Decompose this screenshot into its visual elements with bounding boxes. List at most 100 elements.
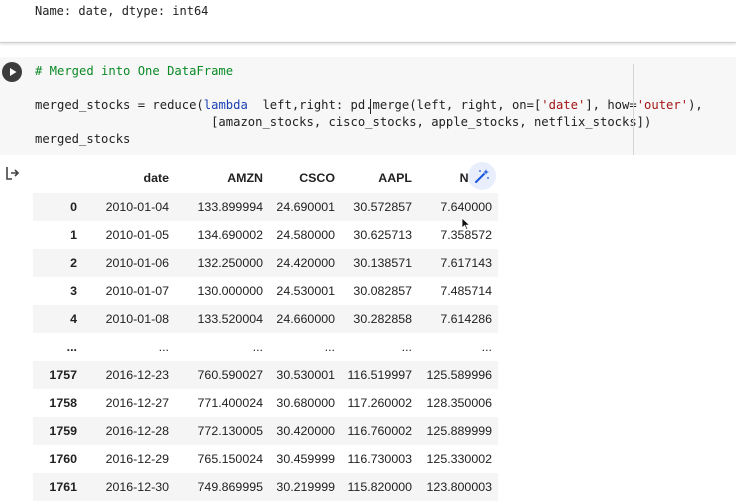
- previous-cell-output: Name: date, dtype: int64: [0, 0, 736, 43]
- table-cell: 760.590027: [197, 368, 263, 382]
- run-cell-button[interactable]: [2, 62, 22, 82]
- table-cell: 2016-12-23: [105, 368, 169, 382]
- row-index: 1759: [49, 424, 77, 438]
- code-string: 'date': [541, 98, 586, 112]
- table-cell: 2010-01-06: [105, 256, 169, 270]
- code-comment: # Merged into One DataFrame: [35, 64, 234, 78]
- table-cell: 117.260002: [347, 396, 412, 410]
- table-row: ..................: [33, 333, 498, 361]
- table-cell: 125.330002: [426, 452, 492, 466]
- code-line-comment[interactable]: # Merged into One DataFrame: [35, 64, 233, 78]
- code-line-list[interactable]: [amazon_stocks, cisco_stocks, apple_stoc…: [35, 115, 651, 129]
- code-string: 'outer': [636, 98, 689, 112]
- table-cell: 2010-01-07: [105, 284, 169, 298]
- row-index: 2: [70, 256, 77, 270]
- table-cell: 749.869995: [197, 480, 263, 494]
- table-cell: 24.580000: [276, 228, 335, 242]
- table-cell: 30.138571: [353, 256, 412, 270]
- table-cell: 7.640000: [440, 200, 492, 214]
- table-row: 1757 2016-12-23 760.590027 30.530001 116.519…: [33, 361, 498, 389]
- table-cell: 130.000000: [197, 284, 263, 298]
- previous-output-text: Name: date, dtype: int64: [35, 4, 209, 18]
- table-cell: 116.730003: [347, 452, 412, 466]
- table-cell: 2016-12-27: [105, 396, 169, 410]
- row-index: 4: [70, 312, 77, 326]
- table-cell: 133.899994: [197, 200, 263, 214]
- row-index: 1760: [49, 452, 77, 466]
- table-cell: 7.358572: [440, 228, 492, 242]
- text-caret: [370, 99, 371, 114]
- row-index: 3: [70, 284, 77, 298]
- code-token: left,right: pd.merge(left, right, on=[: [247, 98, 542, 112]
- table-cell: 7.614286: [440, 312, 492, 326]
- table-header-row: date AMZN CSCO AAPL NFLX: [33, 162, 498, 193]
- row-index: 0: [70, 200, 77, 214]
- table-row: 1760 2016-12-29 765.150024 30.459999 116.730…: [33, 445, 498, 473]
- code-line-merge[interactable]: merged_stocks = reduce(lambda left,right…: [35, 98, 703, 112]
- table-cell: ...: [158, 340, 169, 354]
- index-header: [33, 162, 83, 193]
- table-cell: 116.760002: [347, 424, 412, 438]
- table-cell: 30.680000: [276, 396, 335, 410]
- table-cell: 30.572857: [353, 200, 412, 214]
- row-index: 1761: [49, 480, 77, 494]
- table-row: 2 2010-01-06 132.250000 24.420000 30.138571 7…: [33, 249, 498, 277]
- table-cell: 125.589996: [426, 368, 492, 382]
- row-index: 1758: [49, 396, 77, 410]
- table-cell: 7.617143: [440, 256, 492, 270]
- table-cell: 771.400024: [197, 396, 263, 410]
- table-row: 0 2010-01-04 133.899994 24.690001 30.572857 7…: [33, 193, 498, 221]
- table-row: 1761 2016-12-30 749.869995 30.219999 115.820…: [33, 473, 498, 501]
- table-cell: 2016-12-29: [105, 452, 169, 466]
- table-cell: 24.530001: [276, 284, 335, 298]
- column-header-amzn: AMZN: [227, 170, 263, 185]
- table-row: 1758 2016-12-27 771.400024 30.680000 117.260…: [33, 389, 498, 417]
- code-token: ], how=: [585, 98, 637, 112]
- table-cell: 128.350006: [426, 396, 492, 410]
- table-cell: 24.660000: [276, 312, 335, 326]
- code-token: merged_stocks = reduce(: [35, 98, 204, 112]
- ruler-line: [633, 64, 634, 155]
- table-cell: 134.690002: [197, 228, 263, 242]
- table-cell: 7.485714: [440, 284, 492, 298]
- dataframe-table: date AMZN CSCO AAPL NFLX 0 2010-01-04 133.…: [33, 162, 498, 501]
- table-cell: 765.150024: [197, 452, 263, 466]
- table-cell: 30.530001: [276, 368, 335, 382]
- column-header-csco: CSCO: [299, 170, 335, 185]
- code-cell[interactable]: # Merged into One DataFrame merged_stock…: [0, 57, 736, 155]
- column-header-date: date: [143, 170, 169, 185]
- table-row: 1759 2016-12-28 772.130005 30.420000 116.760…: [33, 417, 498, 445]
- table-cell: 2010-01-08: [105, 312, 169, 326]
- table-row: 1 2010-01-05 134.690002 24.580000 30.625713 7…: [33, 221, 498, 249]
- table-cell: ...: [401, 340, 412, 354]
- table-cell: 123.800003: [426, 480, 492, 494]
- table-cell: 2010-01-04: [105, 200, 169, 214]
- row-index: 1757: [49, 368, 77, 382]
- table-cell: 30.420000: [276, 424, 335, 438]
- cell-divider: [0, 42, 736, 43]
- table-cell: ...: [324, 340, 335, 354]
- table-cell: 24.420000: [276, 256, 335, 270]
- table-cell: 115.820000: [347, 480, 412, 494]
- output-arrow-icon[interactable]: [4, 164, 22, 182]
- table-cell: 30.082857: [353, 284, 412, 298]
- table-cell: 30.625713: [353, 228, 412, 242]
- table-cell: 2016-12-30: [105, 480, 169, 494]
- code-token: ),: [688, 98, 703, 112]
- table-cell: ...: [481, 340, 492, 354]
- table-cell: 132.250000: [197, 256, 263, 270]
- magic-wand-button[interactable]: [468, 162, 496, 190]
- row-index: ...: [66, 340, 77, 354]
- table-cell: 116.519997: [347, 368, 412, 382]
- table-cell: 2010-01-05: [105, 228, 169, 242]
- table-cell: 772.130005: [197, 424, 263, 438]
- column-header-aapl: AAPL: [378, 170, 412, 185]
- table-cell: 2016-12-28: [105, 424, 169, 438]
- table-cell: ...: [252, 340, 263, 354]
- table-row: 3 2010-01-07 130.000000 24.530001 30.082857 7…: [33, 277, 498, 305]
- table-body: 0 2010-01-04 133.899994 24.690001 30.572857 7…: [33, 193, 498, 501]
- table-cell: 30.459999: [276, 452, 335, 466]
- code-line-result[interactable]: merged_stocks: [35, 132, 130, 146]
- table-cell: 30.282858: [353, 312, 412, 326]
- table-cell: 30.219999: [276, 480, 335, 494]
